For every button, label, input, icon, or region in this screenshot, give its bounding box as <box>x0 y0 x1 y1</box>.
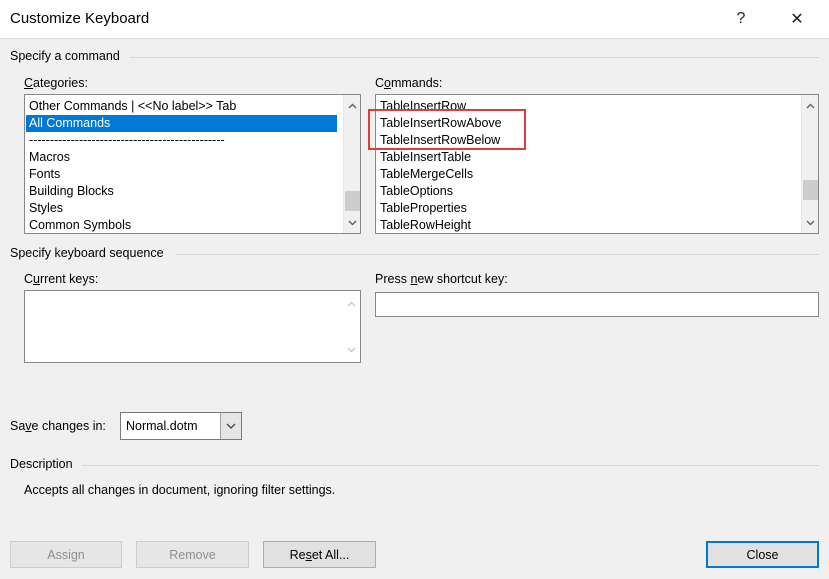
close-icon: ✕ <box>790 11 804 28</box>
scroll-down-icon[interactable] <box>343 341 360 358</box>
category-item[interactable]: Macros <box>29 149 70 166</box>
category-item-selected[interactable]: All Commands <box>26 115 337 132</box>
save-changes-label: Save changes in: <box>10 419 106 433</box>
scroll-down-icon[interactable] <box>802 214 818 231</box>
category-separator: ----------------------------------------… <box>29 133 225 147</box>
category-item[interactable]: Building Blocks <box>29 183 114 200</box>
command-item[interactable]: TableOptions <box>380 183 453 200</box>
assign-button[interactable]: Assign <box>10 541 122 568</box>
current-keys-scrollbar[interactable] <box>343 291 360 362</box>
title-bar: Customize Keyboard ? ✕ <box>0 0 829 39</box>
category-item[interactable]: Fonts <box>29 166 60 183</box>
save-changes-dropdown[interactable]: Normal.dotm <box>120 412 242 440</box>
group-divider <box>82 465 819 466</box>
window-title: Customize Keyboard <box>10 10 150 27</box>
categories-listbox[interactable]: Other Commands | <<No label>> Tab All Co… <box>24 94 361 234</box>
categories-scrollbar[interactable] <box>343 95 360 233</box>
category-item[interactable]: Common Symbols <box>29 217 131 233</box>
current-keys-label: Current keys: <box>24 272 99 286</box>
description-text: Accepts all changes in document, ignorin… <box>24 483 336 497</box>
description-group-label: Description <box>10 457 73 471</box>
keyboard-sequence-group-label: Specify keyboard sequence <box>10 246 164 260</box>
command-item[interactable]: TableProperties <box>380 200 467 217</box>
commands-label: Commands: <box>375 76 443 90</box>
category-item[interactable]: Styles <box>29 200 63 217</box>
group-divider <box>176 254 819 255</box>
remove-button[interactable]: Remove <box>136 541 249 568</box>
close-button[interactable]: Close <box>706 541 819 568</box>
help-icon: ? <box>736 10 746 27</box>
close-window-button[interactable]: ✕ <box>774 0 820 38</box>
scrollbar-thumb[interactable] <box>345 191 360 211</box>
dropdown-arrow[interactable] <box>220 413 241 439</box>
current-keys-listbox[interactable] <box>24 290 361 363</box>
new-shortcut-label: Press new shortcut key: <box>375 272 508 286</box>
scroll-up-icon[interactable] <box>343 295 360 312</box>
group-divider <box>130 57 819 58</box>
new-shortcut-input[interactable] <box>375 292 819 317</box>
specify-command-group-label: Specify a command <box>10 49 120 63</box>
scrollbar-thumb[interactable] <box>803 180 818 200</box>
scroll-up-icon[interactable] <box>802 97 818 114</box>
help-button[interactable]: ? <box>718 0 764 38</box>
save-changes-value: Normal.dotm <box>126 419 198 433</box>
categories-label: Categories: <box>24 76 88 90</box>
command-item[interactable]: TableMergeCells <box>380 166 473 183</box>
command-item[interactable]: TableInsertTable <box>380 149 471 166</box>
reset-all-button[interactable]: Re s et All... <box>263 541 376 568</box>
command-item[interactable]: TableRowHeight <box>380 217 471 233</box>
scroll-up-icon[interactable] <box>344 97 360 114</box>
chevron-down-icon <box>226 423 236 429</box>
highlight-box <box>368 109 526 150</box>
category-item[interactable]: Other Commands | <<No label>> Tab <box>29 98 236 115</box>
scroll-down-icon[interactable] <box>344 214 360 231</box>
commands-scrollbar[interactable] <box>801 95 818 233</box>
